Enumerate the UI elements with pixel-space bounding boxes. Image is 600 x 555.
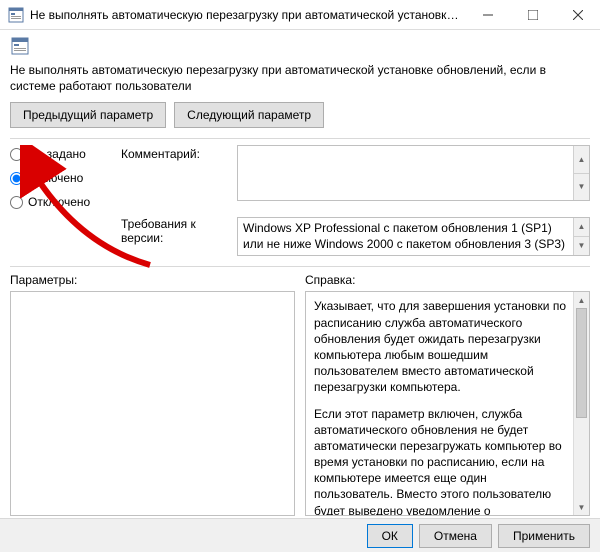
policy-icon xyxy=(10,36,30,56)
comment-label: Комментарий: xyxy=(121,145,231,161)
help-content: Указывает, что для завершения установки … xyxy=(306,292,589,515)
close-icon xyxy=(573,10,583,20)
radio-disabled-input[interactable] xyxy=(10,196,23,209)
scroll-up-icon[interactable]: ▲ xyxy=(573,218,589,236)
radio-enabled[interactable]: Включено xyxy=(10,171,115,185)
divider xyxy=(10,266,590,267)
requirements-text: Windows XP Professional с пакетом обновл… xyxy=(243,221,565,251)
comment-box[interactable]: ▲ ▼ xyxy=(237,145,590,201)
scroll-down-icon[interactable]: ▼ xyxy=(574,499,589,515)
radio-not-configured-input[interactable] xyxy=(10,148,23,161)
radio-disabled[interactable]: Отключено xyxy=(10,195,115,209)
window-title: Не выполнять автоматическую перезагрузку… xyxy=(30,8,465,22)
previous-setting-button[interactable]: Предыдущий параметр xyxy=(10,102,166,128)
radio-enabled-label: Включено xyxy=(28,171,83,185)
panels-row: Указывает, что для завершения установки … xyxy=(0,287,600,516)
requirements-label: Требования к версии: xyxy=(121,217,231,245)
options-label: Параметры: xyxy=(10,273,295,287)
radio-not-configured[interactable]: Не задано xyxy=(10,147,115,161)
radio-not-configured-label: Не задано xyxy=(28,147,86,161)
options-panel xyxy=(10,291,295,516)
minimize-button[interactable] xyxy=(465,0,510,30)
apply-button[interactable]: Применить xyxy=(498,524,590,548)
nav-buttons: Предыдущий параметр Следующий параметр xyxy=(0,102,600,132)
ok-button[interactable]: ОК xyxy=(367,524,413,548)
app-icon xyxy=(8,7,24,23)
help-paragraph: Указывает, что для завершения установки … xyxy=(314,298,569,395)
divider xyxy=(10,138,590,139)
footer: ОК Отмена Применить xyxy=(0,518,600,552)
scroll-up-icon[interactable]: ▲ xyxy=(573,146,589,173)
cancel-button[interactable]: Отмена xyxy=(419,524,492,548)
requirements-row: Требования к версии: Windows XP Professi… xyxy=(0,209,600,260)
maximize-button[interactable] xyxy=(510,0,555,30)
next-setting-button[interactable]: Следующий параметр xyxy=(174,102,324,128)
comment-scroll: ▲ ▼ xyxy=(573,146,589,200)
titlebar: Не выполнять автоматическую перезагрузку… xyxy=(0,0,600,30)
window-controls xyxy=(465,0,600,30)
help-paragraph: Если этот параметр включен, служба автом… xyxy=(314,406,569,516)
help-scrollbar[interactable]: ▲ ▼ xyxy=(573,292,589,515)
help-label: Справка: xyxy=(305,273,590,287)
requirements-scroll: ▲ ▼ xyxy=(573,218,589,255)
close-button[interactable] xyxy=(555,0,600,30)
scroll-down-icon[interactable]: ▼ xyxy=(573,236,589,255)
radio-enabled-input[interactable] xyxy=(10,172,23,185)
bottom-labels: Параметры: Справка: xyxy=(0,273,600,287)
scroll-down-icon[interactable]: ▼ xyxy=(573,173,589,201)
header-icon-row xyxy=(0,30,600,61)
scroll-track[interactable] xyxy=(574,308,589,499)
scroll-up-icon[interactable]: ▲ xyxy=(574,292,589,308)
radio-group: Не задано Включено Отключено xyxy=(10,145,115,209)
help-panel: Указывает, что для завершения установки … xyxy=(305,291,590,516)
minimize-icon xyxy=(483,10,493,20)
settings-grid: Не задано Включено Отключено Комментарий… xyxy=(0,145,600,209)
scroll-thumb[interactable] xyxy=(576,308,587,418)
maximize-icon xyxy=(528,10,538,20)
requirements-box: Windows XP Professional с пакетом обновл… xyxy=(237,217,590,256)
radio-disabled-label: Отключено xyxy=(28,195,90,209)
policy-description: Не выполнять автоматическую перезагрузку… xyxy=(0,61,600,102)
